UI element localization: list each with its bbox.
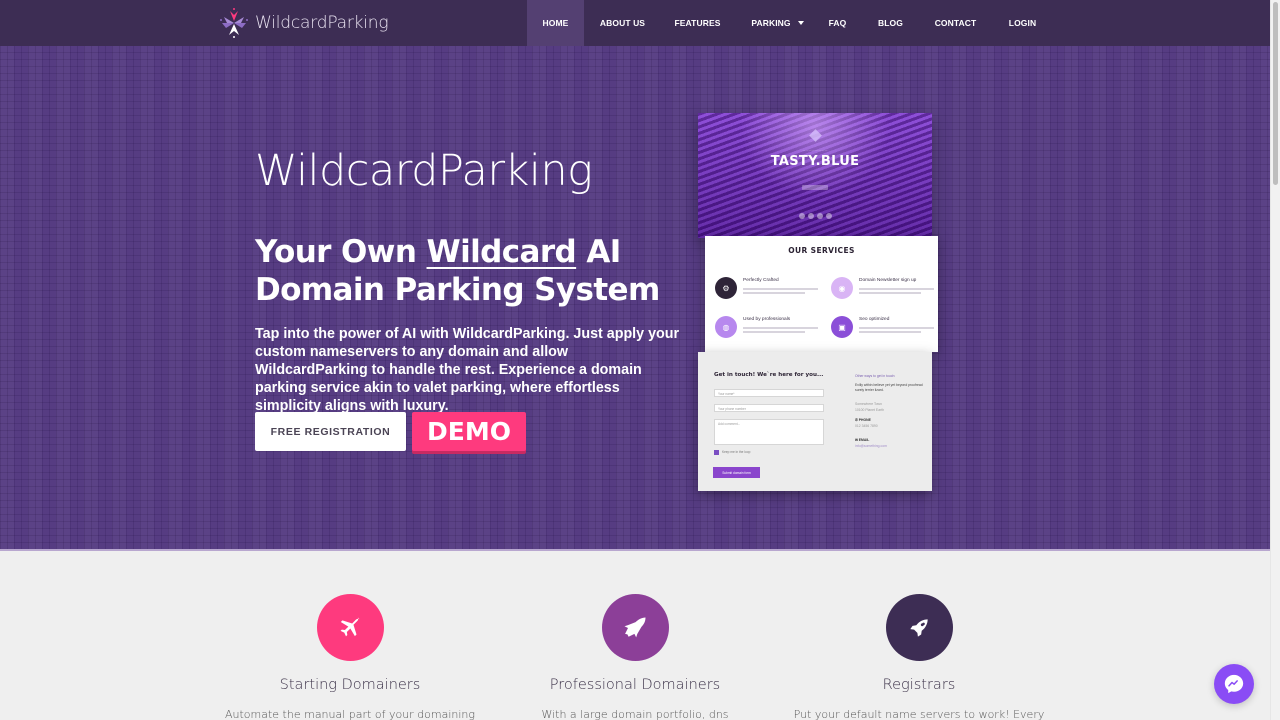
hero-description: Tap into the power of AI with WildcardPa…	[255, 326, 680, 414]
mockup-comments-field: Add comment...	[714, 419, 824, 445]
newsletter-icon: ◉	[831, 277, 853, 299]
mockup-side-text: Evilly within believe yet yet beyond pro…	[855, 383, 923, 392]
nav-parking-label: PARKING	[751, 18, 791, 28]
service-text	[743, 288, 818, 290]
page-scrollbar[interactable]	[1270, 0, 1280, 720]
service-text	[859, 327, 934, 329]
hero-divider	[0, 549, 1270, 551]
chart-board-icon: ▣	[831, 316, 853, 338]
nav-login[interactable]: LOGIN	[984, 0, 1061, 46]
mockup-social-icons	[698, 213, 932, 219]
mockup-phone-field: Your phone number	[714, 404, 824, 412]
feature-description: With a large domain portfolio, dns	[541, 708, 729, 720]
feature-description: Automate the manual part of your domaini…	[224, 708, 476, 720]
service-text	[859, 331, 921, 333]
nav-faq-label: FAQ	[828, 18, 847, 28]
globe-icon: ◍	[715, 316, 737, 338]
mockup-landing-title: TASTY.BLUE	[770, 154, 860, 169]
wildcard-logo-icon	[220, 8, 248, 38]
nav-faq[interactable]: FAQ	[821, 0, 854, 46]
space-shuttle-icon	[624, 617, 646, 637]
caret-down-icon	[797, 21, 804, 25]
service-text	[859, 292, 921, 294]
mockup-subtitle: — — — — — — — —	[802, 149, 828, 152]
nav-blog-label: BLOG	[878, 18, 903, 28]
nav-home[interactable]: HOME	[527, 0, 584, 46]
feature-starting-domainers: Starting Domainers Automate the manual p…	[220, 594, 480, 720]
social-icon	[807, 213, 814, 219]
mockup-service-item: ▣ Seo optimized	[831, 316, 941, 342]
nav-contact-label: CONTACT	[934, 18, 977, 28]
mockup-logo-icon	[809, 129, 822, 142]
scrollbar-thumb[interactable]	[1273, 2, 1278, 185]
social-icon	[816, 213, 823, 219]
rocket-icon	[910, 618, 928, 637]
gears-icon: ⚙	[715, 277, 737, 299]
main-nav: HOME ABOUT US FEATURES PARKING FAQ BLOG …	[527, 0, 1061, 46]
phone-label: PHONE	[858, 418, 871, 422]
feature-title: Starting Domainers	[279, 677, 421, 693]
nav-about-us-label: ABOUT US	[599, 18, 646, 28]
mockup-contact-preview: Get in touch! We`re here for you... Your…	[698, 352, 932, 491]
messenger-chat-button[interactable]	[1214, 664, 1254, 704]
mockup-name-field: Your name*	[714, 389, 824, 397]
nav-about-us[interactable]: ABOUT US	[584, 0, 661, 46]
nav-parking[interactable]: PARKING	[734, 0, 821, 46]
feature-description: Put your default name servers to work! E…	[793, 708, 1045, 720]
hero-title-underlined: Wildcard	[426, 234, 577, 270]
feature-registrars: Registrars Put your default name servers…	[789, 594, 1049, 720]
mockup-services-title: OUR SERVICES	[788, 246, 855, 255]
social-icon	[825, 213, 832, 219]
mockup-checkbox-label: Keep me in the loop	[722, 450, 751, 454]
service-title: Domain Newsletter sign up	[859, 278, 917, 283]
logo-text: WildcardParking	[255, 13, 389, 33]
service-text	[743, 331, 805, 333]
nav-login-label: LOGIN	[1008, 18, 1037, 28]
messenger-icon	[1224, 674, 1244, 694]
email-label: EMAIL	[858, 438, 870, 442]
mockup-contact-title: Get in touch! We`re here for you...	[714, 372, 824, 378]
nav-contact[interactable]: CONTACT	[927, 0, 984, 46]
mockup-checkbox	[714, 450, 719, 455]
service-text	[859, 288, 934, 290]
mockup-side-heading: Other ways to get in touch:	[855, 374, 896, 378]
nav-features-label: FEATURES	[674, 18, 721, 28]
feature-professional-domainers: Professional Domainers With a large doma…	[505, 594, 765, 720]
nav-home-label: HOME	[542, 18, 569, 28]
feature-title: Professional Domainers	[549, 677, 721, 693]
feature-icon-circle	[316, 594, 384, 661]
service-text	[743, 327, 818, 329]
airplane-icon	[340, 616, 360, 636]
mockup-address-2: 10100 Planet Earth	[855, 408, 885, 412]
mockup-email-value: info@something.com	[855, 444, 887, 448]
mockup-submit-button: Submit domain form	[713, 467, 760, 478]
mockup-service-item: ⚙ Perfectly Crafted	[715, 277, 825, 303]
social-icon	[798, 213, 805, 219]
hero-title: Your Own Wildcard AI Domain Parking Syst…	[255, 233, 695, 309]
mockup-landing-preview: — — — — — — — — TASTY.BLUE	[698, 113, 932, 238]
mockup-phone-value: 012 3456 7890	[855, 424, 878, 428]
service-title: Perfectly Crafted	[743, 278, 779, 283]
mockup-cta	[802, 185, 828, 190]
free-registration-button[interactable]: FREE REGISTRATION	[255, 412, 406, 451]
feature-icon-circle	[601, 594, 669, 661]
hero-brand: WildcardParking	[255, 146, 593, 196]
feature-title: Registrars	[882, 677, 956, 693]
nav-blog[interactable]: BLOG	[854, 0, 927, 46]
logo[interactable]: WildcardParking	[218, 6, 389, 40]
hero-title-part1: Your Own	[255, 234, 427, 270]
service-title: Used by professionals	[743, 317, 791, 322]
mockup-phone-label: ✆ PHONE	[855, 418, 871, 422]
service-text	[743, 292, 805, 294]
mockup-email-label: ✉ EMAIL	[855, 438, 869, 442]
mockup-services-preview: OUR SERVICES ⚙ Perfectly Crafted ◉ Domai…	[705, 236, 938, 352]
navbar: WildcardParking HOME ABOUT US FEATURES P…	[0, 0, 1270, 46]
feature-icon-circle	[885, 594, 953, 661]
service-title: Seo optimized	[859, 317, 890, 322]
mockup-service-item: ◍ Used by professionals	[715, 316, 825, 342]
demo-button[interactable]: DEMO	[412, 412, 526, 451]
mockup-service-item: ◉ Domain Newsletter sign up	[831, 277, 941, 303]
nav-features[interactable]: FEATURES	[661, 0, 734, 46]
mockup-address-1: Somewhere Town	[855, 402, 882, 406]
